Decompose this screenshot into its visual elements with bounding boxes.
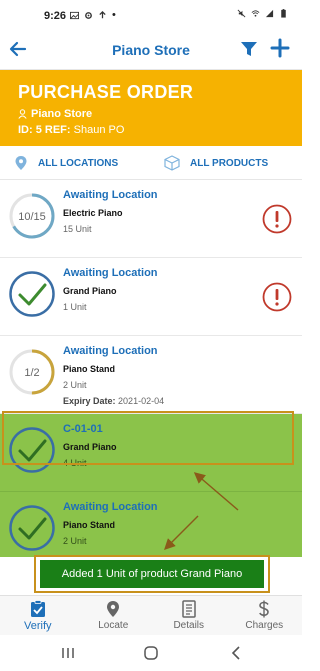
order-id: ID: 5 xyxy=(18,124,42,136)
tab-verify-label: Verify xyxy=(23,620,52,632)
verify-clipboard-icon xyxy=(30,600,45,617)
ref-label: REF: xyxy=(44,124,71,136)
all-locations-label: ALL LOCATIONS xyxy=(38,157,119,169)
item-name: Grand Piano xyxy=(63,286,117,296)
complete-check-icon xyxy=(9,271,55,317)
dollar-icon xyxy=(259,600,270,618)
signal-icon xyxy=(265,9,274,18)
item-quantity: 2 Unit xyxy=(63,380,87,390)
settings-notification-icon xyxy=(85,11,92,19)
store-name: Piano Store xyxy=(31,108,93,120)
list-item[interactable]: 10/15 Awaiting Location Electric Piano 1… xyxy=(0,180,302,258)
item-expiry: Expiry Date: 2021-02-04 xyxy=(63,396,164,406)
item-name: Electric Piano xyxy=(63,208,123,218)
box-icon xyxy=(164,155,180,171)
annotation-highlight-box xyxy=(2,411,294,465)
list-item[interactable]: 1/2 Awaiting Location Piano Stand 2 Unit… xyxy=(0,336,302,414)
purchase-order-ref: ID: 5 REF: Shaun PO xyxy=(18,124,124,136)
filter-icon[interactable] xyxy=(240,40,258,58)
progress-text: 10/15 xyxy=(18,211,46,223)
status-bar: 9:26 • xyxy=(0,0,302,30)
progress-text: 1/2 xyxy=(24,367,39,379)
item-status: Awaiting Location xyxy=(63,345,158,357)
item-status: Awaiting Location xyxy=(63,267,158,279)
person-icon xyxy=(18,109,27,119)
item-status: Awaiting Location xyxy=(63,501,158,513)
battery-icon xyxy=(281,9,286,18)
mute-icon xyxy=(237,9,246,18)
purchase-order-heading: PURCHASE ORDER xyxy=(18,82,194,102)
app-bar: Piano Store xyxy=(0,30,302,70)
expiry-label: Expiry Date: xyxy=(63,396,116,406)
item-name: Piano Stand xyxy=(63,520,116,530)
list-item[interactable]: Awaiting Location Grand Piano 1 Unit xyxy=(0,258,302,336)
purchase-order-store: Piano Store xyxy=(18,108,92,120)
snackbar-message: Added 1 Unit of product Grand Piano xyxy=(40,560,264,588)
recent-apps-icon[interactable] xyxy=(60,645,76,661)
tab-locate-label: Locate xyxy=(98,620,129,631)
item-quantity: 1 Unit xyxy=(63,302,87,312)
alert-icon[interactable] xyxy=(262,282,292,312)
complete-check-icon xyxy=(9,505,55,551)
upload-notification-icon xyxy=(99,10,106,18)
expiry-value: 2021-02-04 xyxy=(118,396,165,406)
alert-icon[interactable] xyxy=(262,204,292,234)
item-status: Awaiting Location xyxy=(63,189,158,201)
tab-verify[interactable]: Verify xyxy=(0,596,76,635)
ref-value: Shaun PO xyxy=(73,124,125,136)
tab-details[interactable]: Details xyxy=(151,596,227,635)
image-notification-icon xyxy=(70,11,79,19)
location-pin-icon xyxy=(15,156,27,170)
location-pin-icon xyxy=(107,601,120,617)
wifi-icon xyxy=(251,10,260,17)
item-quantity: 2 Unit xyxy=(63,536,87,546)
notification-dot: • xyxy=(112,9,116,21)
tab-locate[interactable]: Locate xyxy=(76,596,152,635)
item-name: Piano Stand xyxy=(63,364,116,374)
system-back-icon[interactable] xyxy=(228,645,244,661)
tab-charges-label: Charges xyxy=(245,620,284,631)
progress-ring: 10/15 xyxy=(9,193,55,239)
bottom-nav: Verify Locate Details Charges xyxy=(0,595,302,635)
purchase-order-header: PURCHASE ORDER Piano Store ID: 5 REF: Sh… xyxy=(0,70,302,146)
tab-details-label: Details xyxy=(173,620,205,631)
status-time: 9:26 xyxy=(44,10,67,22)
all-locations-filter[interactable]: ALL LOCATIONS xyxy=(14,155,118,171)
progress-ring: 1/2 xyxy=(9,349,55,395)
document-icon xyxy=(182,600,196,618)
all-products-label: ALL PRODUCTS xyxy=(190,157,269,169)
system-nav-bar xyxy=(0,635,302,671)
add-icon[interactable] xyxy=(270,38,290,58)
home-icon[interactable] xyxy=(143,645,159,661)
item-quantity: 15 Unit xyxy=(63,224,92,234)
filter-row: ALL LOCATIONS ALL PRODUCTS xyxy=(0,146,302,180)
all-products-filter[interactable]: ALL PRODUCTS xyxy=(164,155,268,171)
tab-charges[interactable]: Charges xyxy=(227,596,303,635)
